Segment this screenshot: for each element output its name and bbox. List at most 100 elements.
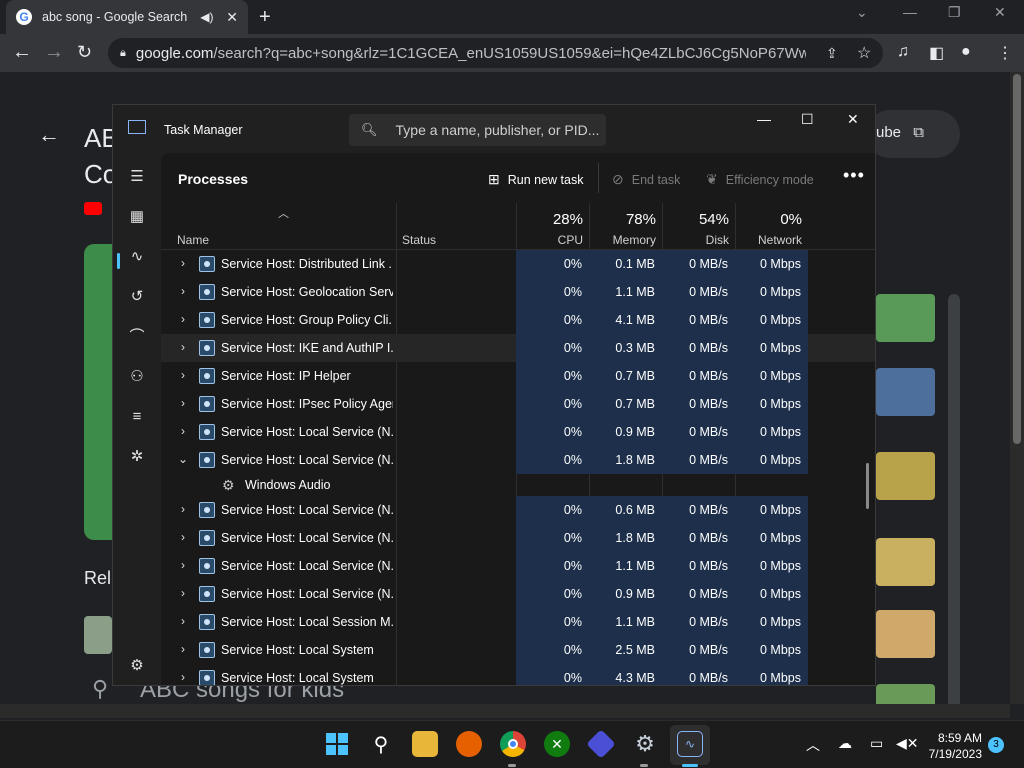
process-row[interactable]: › Service Host: Local Service (N... 0% 1.1 … xyxy=(161,552,875,580)
network-icon[interactable]: ▭ xyxy=(870,735,883,752)
network-column-header[interactable]: 0% Network xyxy=(735,203,808,250)
related-thumbnail[interactable] xyxy=(84,616,112,654)
chevron-right-icon[interactable]: › xyxy=(177,530,189,544)
chevron-right-icon[interactable]: › xyxy=(177,368,189,382)
minimize-button[interactable]: — xyxy=(903,4,917,20)
process-row[interactable]: › Service Host: Local Session M... 0% 1.1 M… xyxy=(161,608,875,636)
process-row[interactable]: › Service Host: IPsec Policy Agent 0% 0.7 M… xyxy=(161,390,875,418)
hamburger-menu-icon[interactable]: ☰ xyxy=(127,167,147,187)
search-suggestion[interactable]: ⚲ ABC songs for kids xyxy=(92,676,344,703)
page-inner-scrollbar[interactable] xyxy=(948,294,960,704)
xbox-icon[interactable]: ✕ xyxy=(544,731,570,757)
video-thumbnail-5[interactable] xyxy=(876,610,935,658)
video-thumbnail-4[interactable] xyxy=(876,538,935,586)
tm-maximize-button[interactable]: ☐ xyxy=(801,111,814,128)
process-row[interactable]: ⌄ Service Host: Local Service (N... 0% 1.8 … xyxy=(161,446,875,474)
show-hidden-icons-chevron-icon[interactable]: ︿ xyxy=(806,735,820,755)
share-icon[interactable]: ⇪ xyxy=(826,45,838,62)
chevron-right-icon[interactable]: › xyxy=(177,312,189,326)
chevron-right-icon[interactable]: › xyxy=(177,256,189,270)
new-tab-button[interactable]: + xyxy=(259,6,271,29)
address-bar[interactable]: 🔒︎ google.com/search?q=abc+song&rlz=1C1G… xyxy=(108,38,883,68)
back-button[interactable]: ← xyxy=(12,41,32,64)
video-thumbnail-1[interactable] xyxy=(876,294,935,342)
video-thumbnail-3[interactable] xyxy=(876,452,935,500)
open-youtube-button[interactable]: ube ⧉ xyxy=(866,110,960,158)
start-button-icon[interactable] xyxy=(324,731,350,757)
chevron-right-icon[interactable]: › xyxy=(177,340,189,354)
chevron-right-icon[interactable]: › xyxy=(177,614,189,628)
name-column-header[interactable]: ︿ Name xyxy=(171,203,396,250)
lock-icon[interactable]: 🔒︎ xyxy=(120,47,126,60)
browser-menu-icon[interactable]: ⋮ xyxy=(997,43,1013,63)
chevron-down-icon[interactable]: ⌄ xyxy=(177,452,189,466)
status-column-header[interactable]: Status xyxy=(396,203,516,250)
chevron-right-icon[interactable]: › xyxy=(177,424,189,438)
process-row[interactable]: › Service Host: Local Service (N... 0% 0.6 … xyxy=(161,496,875,524)
notification-badge[interactable]: 3 xyxy=(988,737,1004,753)
chevron-right-icon[interactable]: › xyxy=(177,284,189,298)
profile-avatar-icon[interactable]: ● xyxy=(961,43,971,61)
task-manager-taskbar-icon[interactable]: ∿ xyxy=(677,731,703,757)
close-window-button[interactable]: ✕ xyxy=(994,4,1006,21)
efficiency-mode-button[interactable]: ❦ Efficiency mode xyxy=(706,171,814,188)
chevron-right-icon[interactable]: › xyxy=(177,586,189,600)
settings-taskbar-icon[interactable]: ⚙ xyxy=(632,731,658,757)
system-clock[interactable]: 8:59 AM 7/19/2023 xyxy=(920,730,982,762)
cpu-column-header[interactable]: 28% CPU xyxy=(516,203,589,250)
tab-close-icon[interactable]: ✕ xyxy=(226,9,238,26)
end-task-button[interactable]: ⊘ End task xyxy=(612,171,680,188)
side-panel-icon[interactable]: ◧ xyxy=(929,43,944,63)
process-row[interactable]: › Service Host: Distributed Link ... 0% 0.1… xyxy=(161,250,875,278)
chevron-right-icon[interactable]: › xyxy=(177,558,189,572)
tm-close-button[interactable]: ✕ xyxy=(847,111,859,128)
reload-button[interactable]: ↻ xyxy=(77,42,92,63)
browser-tab-active[interactable]: G abc song - Google Search ◀) ✕ xyxy=(6,0,248,34)
firefox-icon[interactable] xyxy=(456,731,482,757)
process-search-input[interactable]: 🔍︎ Type a name, publisher, or PID... xyxy=(349,114,606,146)
more-options-icon[interactable]: ••• xyxy=(843,165,865,186)
bookmark-star-icon[interactable]: ☆ xyxy=(857,43,871,63)
restore-button[interactable]: ❐ xyxy=(948,4,961,21)
search-taskbar-icon[interactable]: ⚲ xyxy=(368,731,394,757)
chevron-right-icon[interactable]: › xyxy=(177,396,189,410)
tab-audio-icon[interactable]: ◀) xyxy=(200,10,214,24)
services-nav-icon[interactable]: ✲ xyxy=(127,447,147,467)
chrome-icon[interactable] xyxy=(500,731,526,757)
startup-apps-nav-icon[interactable]: ⌒ xyxy=(127,327,147,347)
details-nav-icon[interactable]: ≡ xyxy=(127,407,147,427)
tm-minimize-button[interactable]: — xyxy=(757,111,771,127)
process-row[interactable]: › Service Host: Local Service (N... 0% 1.8 … xyxy=(161,524,875,552)
chevron-right-icon[interactable]: › xyxy=(177,670,189,684)
process-row[interactable]: › Service Host: Local Service (N... 0% 0.9 … xyxy=(161,418,875,446)
page-vertical-scrollbar[interactable] xyxy=(1010,72,1024,704)
process-list-scrollbar[interactable] xyxy=(866,463,869,509)
chevron-right-icon[interactable]: › xyxy=(177,642,189,656)
memory-column-header[interactable]: 78% Memory xyxy=(589,203,662,250)
run-new-task-button[interactable]: ⊞ Run new task xyxy=(488,171,583,188)
service-child-row[interactable]: ⚙ Windows Audio xyxy=(161,474,875,496)
chevron-right-icon[interactable]: › xyxy=(177,502,189,516)
process-row[interactable]: › Service Host: Local Service (N... 0% 0.9 … xyxy=(161,580,875,608)
performance-nav-icon[interactable]: ∿ xyxy=(127,247,147,267)
process-row[interactable]: › Service Host: IKE and AuthIP I... 0% 0.3 … xyxy=(161,334,875,362)
file-explorer-icon[interactable] xyxy=(412,731,438,757)
process-row[interactable]: › Service Host: IP Helper 0% 0.7 MB 0 MB/s 0 … xyxy=(161,362,875,390)
users-nav-icon[interactable]: ⚇ xyxy=(127,367,147,387)
process-row[interactable]: › Service Host: Group Policy Cli... 0% 4.1 … xyxy=(161,306,875,334)
settings-gear-icon[interactable]: ⚙ xyxy=(127,656,147,676)
volume-muted-icon[interactable]: ◀✕ xyxy=(896,735,919,752)
video-thumbnail[interactable] xyxy=(84,244,114,540)
process-row[interactable]: › Service Host: Local System 0% 2.5 MB 0 MB/… xyxy=(161,636,875,664)
vscode-like-app-icon[interactable] xyxy=(586,729,616,759)
video-thumbnail-2[interactable] xyxy=(876,368,935,416)
media-control-icon[interactable]: ♫ xyxy=(897,43,909,61)
page-back-arrow-icon[interactable]: ← xyxy=(38,122,60,148)
processes-nav-icon[interactable]: ▦ xyxy=(127,207,147,227)
disk-column-header[interactable]: 54% Disk xyxy=(662,203,735,250)
process-row[interactable]: › Service Host: Local System 0% 4.3 MB 0 MB/… xyxy=(161,664,875,685)
video-thumbnail-6[interactable] xyxy=(876,684,935,704)
cloud-sync-icon[interactable]: ☁ xyxy=(838,735,852,752)
forward-button[interactable]: → xyxy=(44,41,64,64)
tab-search-chevron-icon[interactable]: ⌄ xyxy=(856,4,868,21)
